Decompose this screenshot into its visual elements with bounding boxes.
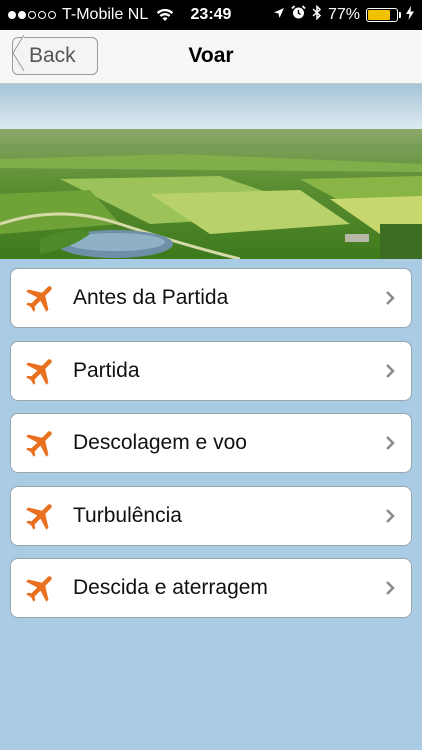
airplane-icon	[21, 568, 61, 608]
chevron-right-icon	[385, 290, 395, 306]
menu-item-label: Descida e aterragem	[73, 576, 268, 599]
menu-item-antes-da-partida[interactable]: Antes da Partida	[10, 268, 412, 328]
battery-level	[368, 10, 390, 20]
status-bar: T-Mobile NL 23:49 77%	[0, 0, 422, 30]
airplane-icon	[21, 351, 61, 391]
alarm-clock-icon	[291, 5, 306, 25]
menu-item-label: Partida	[73, 359, 140, 382]
menu-item-label: Antes da Partida	[73, 286, 229, 309]
carrier-name: T-Mobile NL	[62, 6, 149, 23]
menu-item-partida[interactable]: Partida	[10, 341, 412, 401]
chevron-right-icon	[385, 363, 395, 379]
menu-item-label: Turbulência	[73, 504, 182, 527]
bluetooth-icon	[312, 4, 322, 25]
menu-item-descida-e-aterragem[interactable]: Descida e aterragem	[10, 558, 412, 618]
navigation-bar: Back Voar	[0, 30, 422, 84]
menu-item-turbulencia[interactable]: Turbulência	[10, 486, 412, 546]
battery-percentage: 77%	[327, 6, 360, 23]
menu-item-descolagem-e-voo[interactable]: Descolagem e voo	[10, 413, 412, 473]
menu-item-label: Descolagem e voo	[73, 431, 247, 454]
battery-icon	[366, 8, 401, 22]
chevron-right-icon	[385, 508, 395, 524]
airplane-icon	[21, 278, 61, 318]
airplane-icon	[21, 423, 61, 463]
location-arrow-icon	[273, 6, 285, 24]
wifi-icon	[156, 8, 174, 22]
charging-bolt-icon	[406, 5, 414, 25]
hero-landscape-image	[0, 84, 422, 259]
chevron-right-icon	[385, 580, 395, 596]
airplane-icon	[21, 496, 61, 536]
page-title: Voar	[188, 44, 234, 67]
chevron-right-icon	[385, 435, 395, 451]
signal-strength-icon	[8, 11, 56, 19]
